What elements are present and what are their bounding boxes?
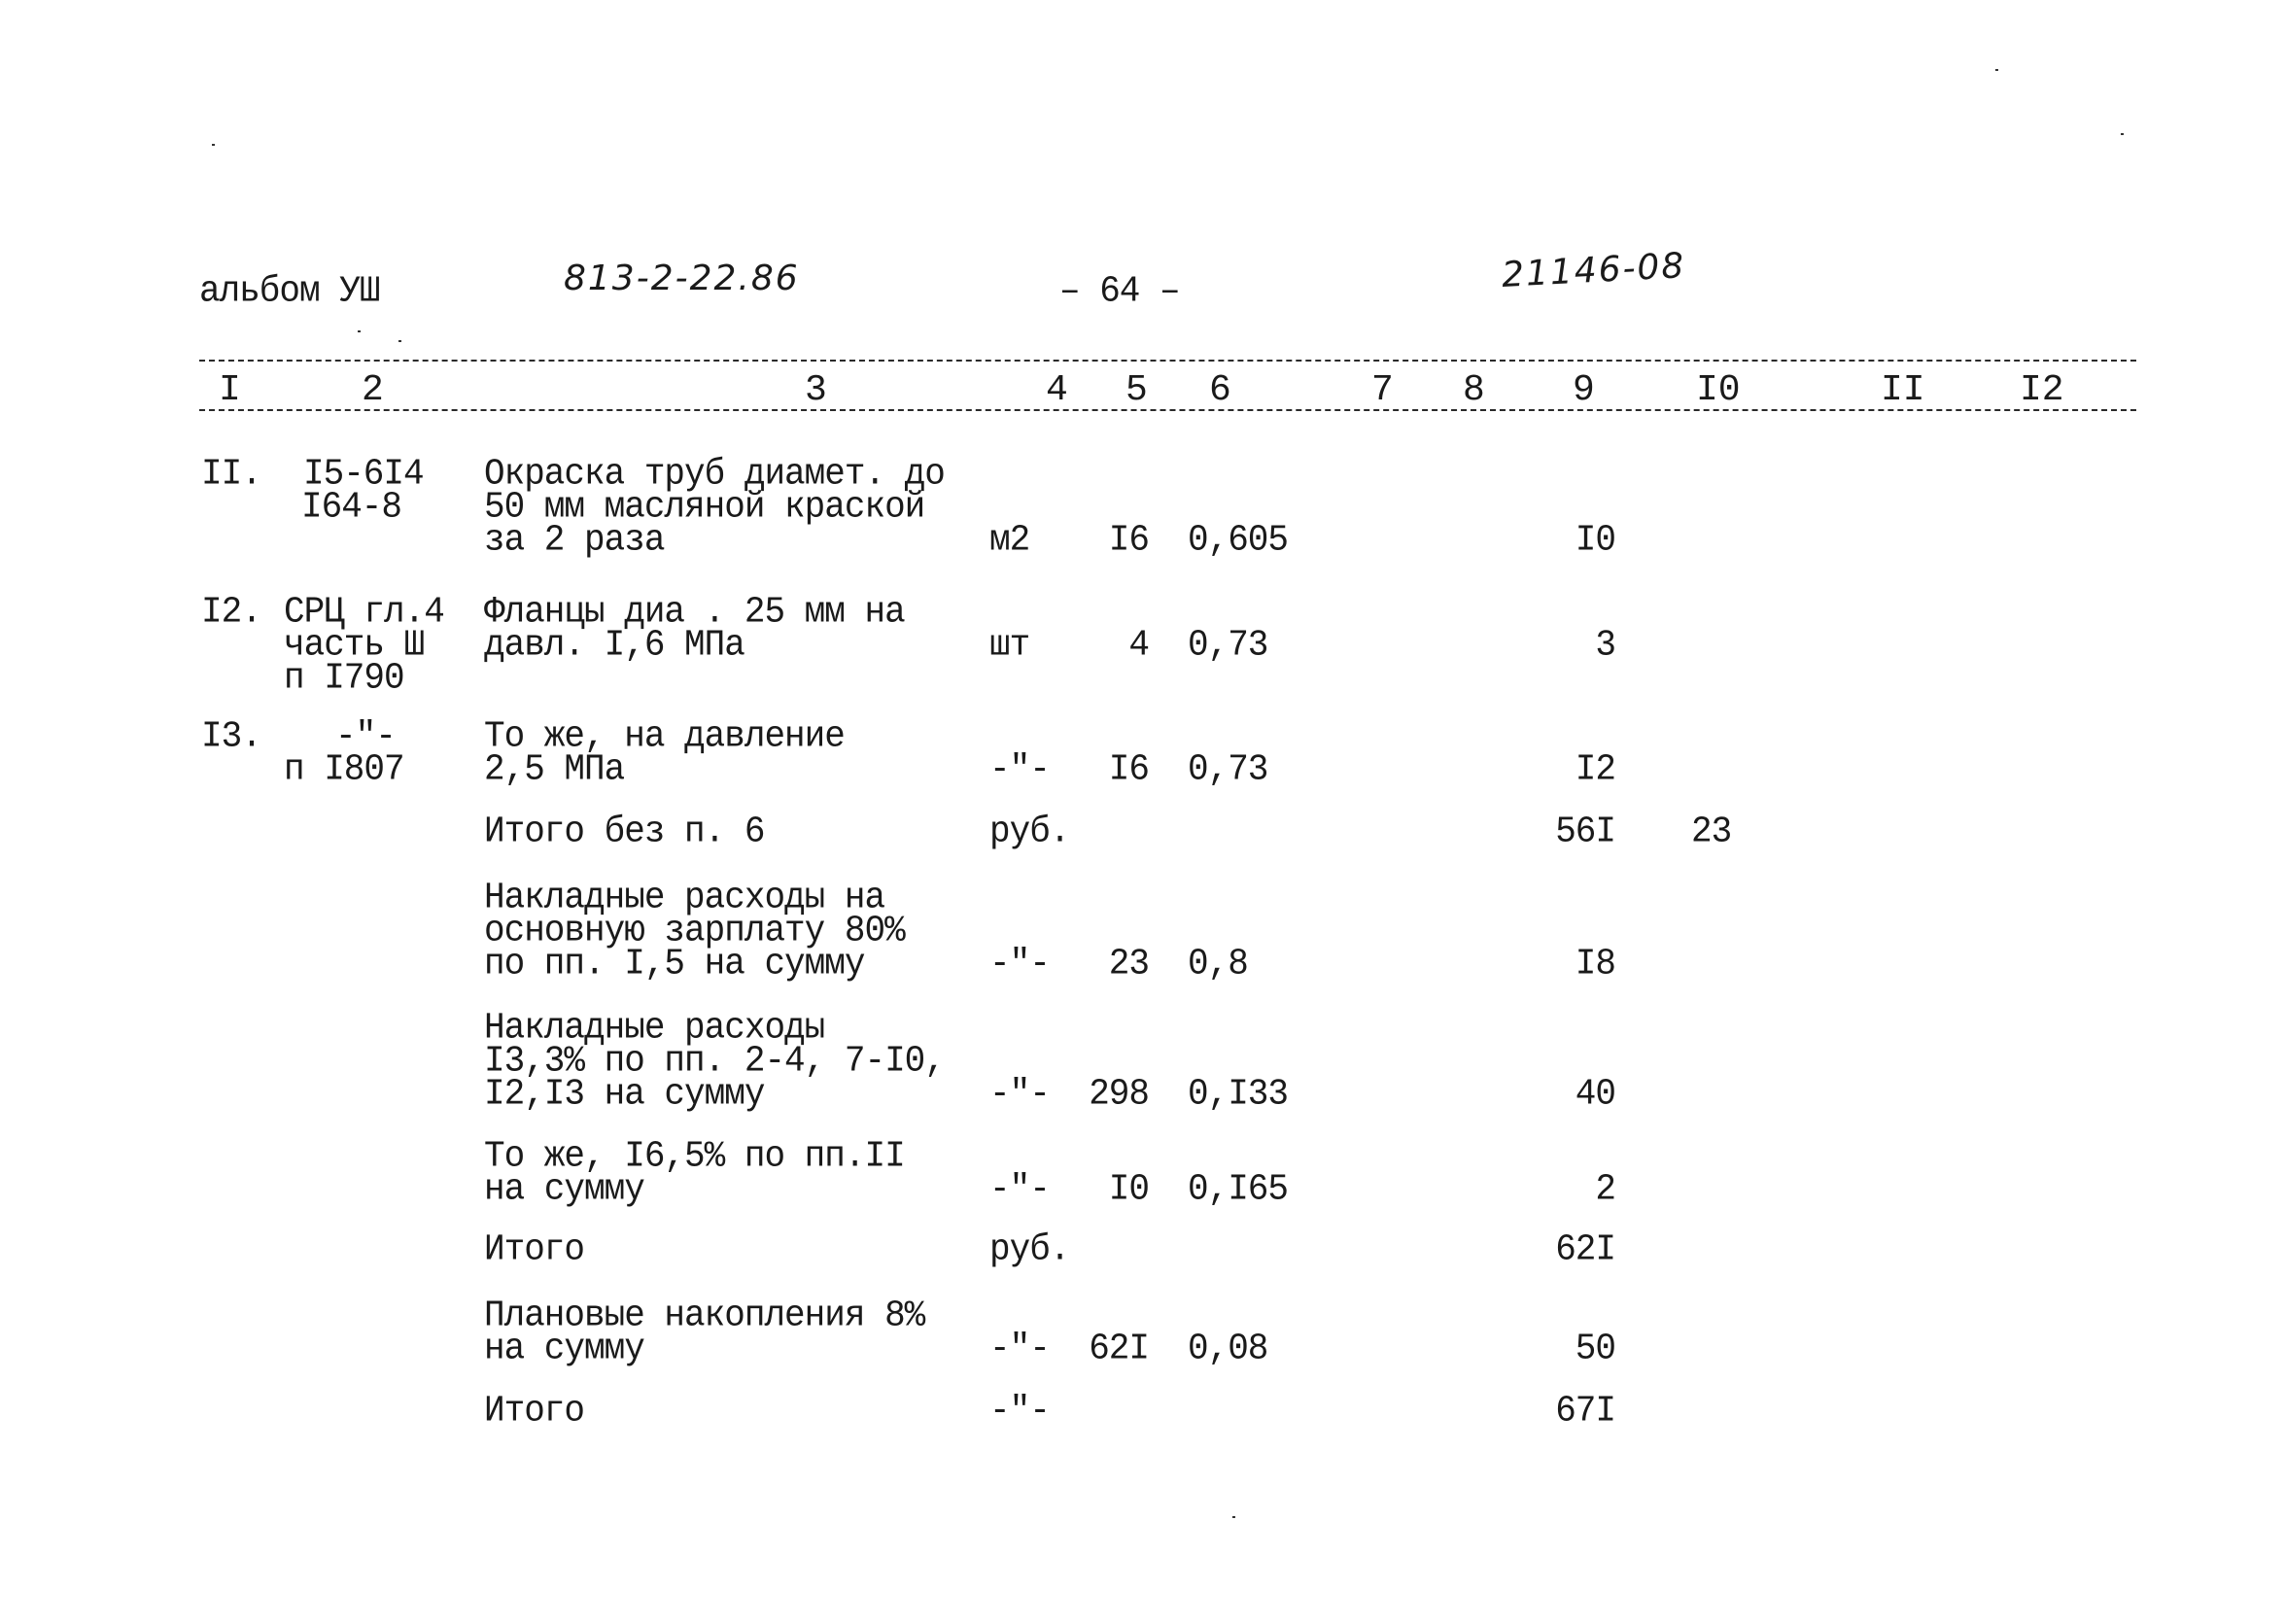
quantity: 298 bbox=[1089, 1072, 1150, 1115]
total-cost: 50 bbox=[1575, 1327, 1616, 1369]
unit-rate: 0,73 bbox=[1188, 747, 1268, 790]
page-number: – 64 – bbox=[1059, 269, 1181, 312]
column-number: 8 bbox=[1463, 369, 1485, 411]
column-number: 7 bbox=[1371, 369, 1394, 411]
unit: -"- bbox=[989, 1389, 1051, 1432]
unit-rate: 0,08 bbox=[1188, 1327, 1268, 1369]
description-line: 2,5 МПа bbox=[484, 747, 625, 790]
quantity: 4 bbox=[1128, 623, 1150, 666]
header-rule-bottom bbox=[199, 409, 2136, 411]
header-rule-top bbox=[199, 360, 2136, 362]
quantity: 62I bbox=[1089, 1327, 1150, 1369]
unit: руб. bbox=[989, 1227, 1070, 1270]
column-number: 6 bbox=[1209, 369, 1231, 411]
unit-rate: 0,73 bbox=[1188, 623, 1268, 666]
description-line: I2,I3 на сумму bbox=[484, 1072, 765, 1115]
unit-rate: 0,I33 bbox=[1188, 1072, 1289, 1115]
column-number: 3 bbox=[805, 369, 827, 411]
total-cost: 56I bbox=[1555, 810, 1616, 852]
quantity: 23 bbox=[1108, 942, 1150, 985]
total-cost: I8 bbox=[1575, 942, 1616, 985]
description-line: Итого bbox=[484, 1227, 585, 1270]
column-number: 4 bbox=[1046, 369, 1068, 411]
total-cost: I2 bbox=[1575, 747, 1616, 790]
description-line: давл. I,6 МПа bbox=[484, 623, 745, 666]
scan-speck bbox=[1232, 1516, 1235, 1518]
item-number: I2. bbox=[201, 590, 262, 633]
column-number: I0 bbox=[1696, 369, 1741, 411]
document-code: 21146-08 bbox=[1501, 246, 1687, 295]
total-cost: I0 bbox=[1575, 518, 1616, 561]
description-line: по пп. I,5 на сумму bbox=[484, 942, 865, 985]
item-number: I3. bbox=[201, 714, 262, 757]
total-cost: 62I bbox=[1555, 1227, 1616, 1270]
total-cost: 2 bbox=[1595, 1167, 1616, 1210]
description-line: на сумму bbox=[484, 1167, 645, 1210]
description-line: Итого bbox=[484, 1389, 585, 1432]
scan-speck bbox=[358, 330, 361, 332]
unit: руб. bbox=[989, 810, 1070, 852]
total-cost: 67I bbox=[1555, 1389, 1616, 1432]
norm-reference: I64-8 bbox=[301, 485, 402, 528]
column-number: I bbox=[219, 369, 241, 411]
unit-rate: 0,605 bbox=[1188, 518, 1289, 561]
scan-speck bbox=[2121, 133, 2124, 135]
scan-speck bbox=[212, 144, 215, 146]
norm-reference: п I807 bbox=[284, 747, 405, 790]
description-line: Итого без п. 6 bbox=[484, 810, 765, 852]
column-number: 5 bbox=[1125, 369, 1148, 411]
item-number: II. bbox=[201, 452, 262, 495]
album-label: альбом УШ bbox=[199, 269, 380, 312]
quantity: I6 bbox=[1108, 747, 1150, 790]
scan-speck bbox=[398, 340, 401, 342]
column-number: 9 bbox=[1573, 369, 1595, 411]
scan-speck bbox=[1995, 69, 1998, 71]
unit-rate: 0,I65 bbox=[1188, 1167, 1289, 1210]
description-line: на сумму bbox=[484, 1327, 645, 1369]
column-number: 2 bbox=[362, 369, 384, 411]
description-line: за 2 раза bbox=[484, 518, 665, 561]
column-number: II bbox=[1881, 369, 1925, 411]
column-number: I2 bbox=[2020, 369, 2064, 411]
project-code: 813-2-22.86 bbox=[564, 259, 800, 298]
quantity: I6 bbox=[1108, 518, 1150, 561]
total-cost: 40 bbox=[1575, 1072, 1616, 1115]
total-cost: 3 bbox=[1595, 623, 1616, 666]
quantity: I0 bbox=[1108, 1167, 1150, 1210]
unit-rate: 0,8 bbox=[1188, 942, 1249, 985]
wages-cost: 23 bbox=[1691, 810, 1732, 852]
norm-reference: п I790 bbox=[284, 656, 405, 699]
